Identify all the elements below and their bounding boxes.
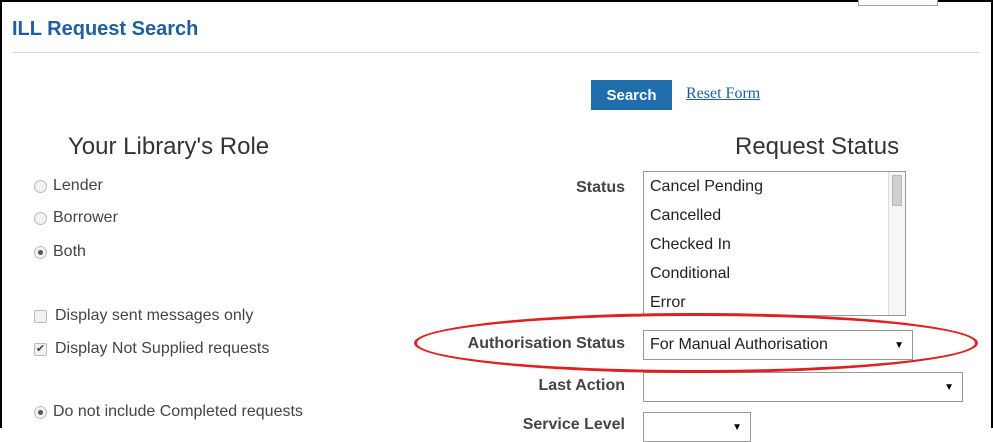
not-supplied-label: Display Not Supplied requests <box>55 340 270 357</box>
role-heading: Your Library's Role <box>68 133 270 160</box>
status-scrollbar[interactable] <box>888 172 905 315</box>
completed-label: Do not include Completed requests <box>53 403 303 420</box>
authorisation-status-select[interactable]: For Manual Authorisation ▼ <box>643 330 913 360</box>
status-option[interactable]: Cancel Pending <box>644 172 905 201</box>
status-listbox[interactable]: Cancel Pending Cancelled Checked In Cond… <box>643 171 906 316</box>
status-option[interactable]: Conditional <box>644 259 905 288</box>
completed-radio[interactable] <box>34 405 47 419</box>
service-level-label: Service Level <box>522 416 625 433</box>
lender-radio[interactable] <box>34 179 47 193</box>
window-border-top <box>0 0 993 2</box>
role-option-both[interactable]: Both <box>34 243 86 261</box>
title-divider <box>12 52 980 53</box>
authorisation-status-value: For Manual Authorisation <box>650 336 828 353</box>
service-level-select[interactable]: ▼ <box>643 412 751 442</box>
top-tab-fragment <box>858 0 938 6</box>
chevron-down-icon: ▼ <box>894 340 904 351</box>
status-option[interactable]: Cancelled <box>644 201 905 230</box>
not-supplied-option[interactable]: ✔ Display Not Supplied requests <box>34 340 269 358</box>
both-radio[interactable] <box>34 245 47 259</box>
sent-messages-checkbox[interactable] <box>34 309 47 323</box>
reset-form-link[interactable]: Reset Form <box>686 85 760 103</box>
both-label: Both <box>53 243 86 260</box>
status-option[interactable]: Error <box>644 288 905 315</box>
last-action-select[interactable]: ▼ <box>643 372 963 402</box>
status-label: Status <box>576 179 625 196</box>
not-supplied-checkbox[interactable]: ✔ <box>34 342 47 356</box>
borrower-label: Borrower <box>53 209 118 226</box>
role-option-lender[interactable]: Lender <box>34 177 103 195</box>
chevron-down-icon: ▼ <box>944 382 954 393</box>
search-button[interactable]: Search <box>591 80 672 110</box>
last-action-label: Last Action <box>538 377 625 394</box>
role-option-borrower[interactable]: Borrower <box>34 209 118 227</box>
sent-messages-option[interactable]: Display sent messages only <box>34 307 253 325</box>
request-status-heading: Request Status <box>735 133 900 160</box>
status-scrollbar-thumb[interactable] <box>892 175 902 206</box>
sent-messages-label: Display sent messages only <box>55 307 254 324</box>
page-title: ILL Request Search <box>12 18 199 40</box>
check-icon: ✔ <box>35 342 46 355</box>
authorisation-status-label: Authorisation Status <box>467 335 625 352</box>
window-border-left <box>0 0 2 428</box>
status-option[interactable]: Checked In <box>644 230 905 259</box>
completed-option[interactable]: Do not include Completed requests <box>34 403 303 421</box>
lender-label: Lender <box>53 177 103 194</box>
borrower-radio[interactable] <box>34 211 47 225</box>
